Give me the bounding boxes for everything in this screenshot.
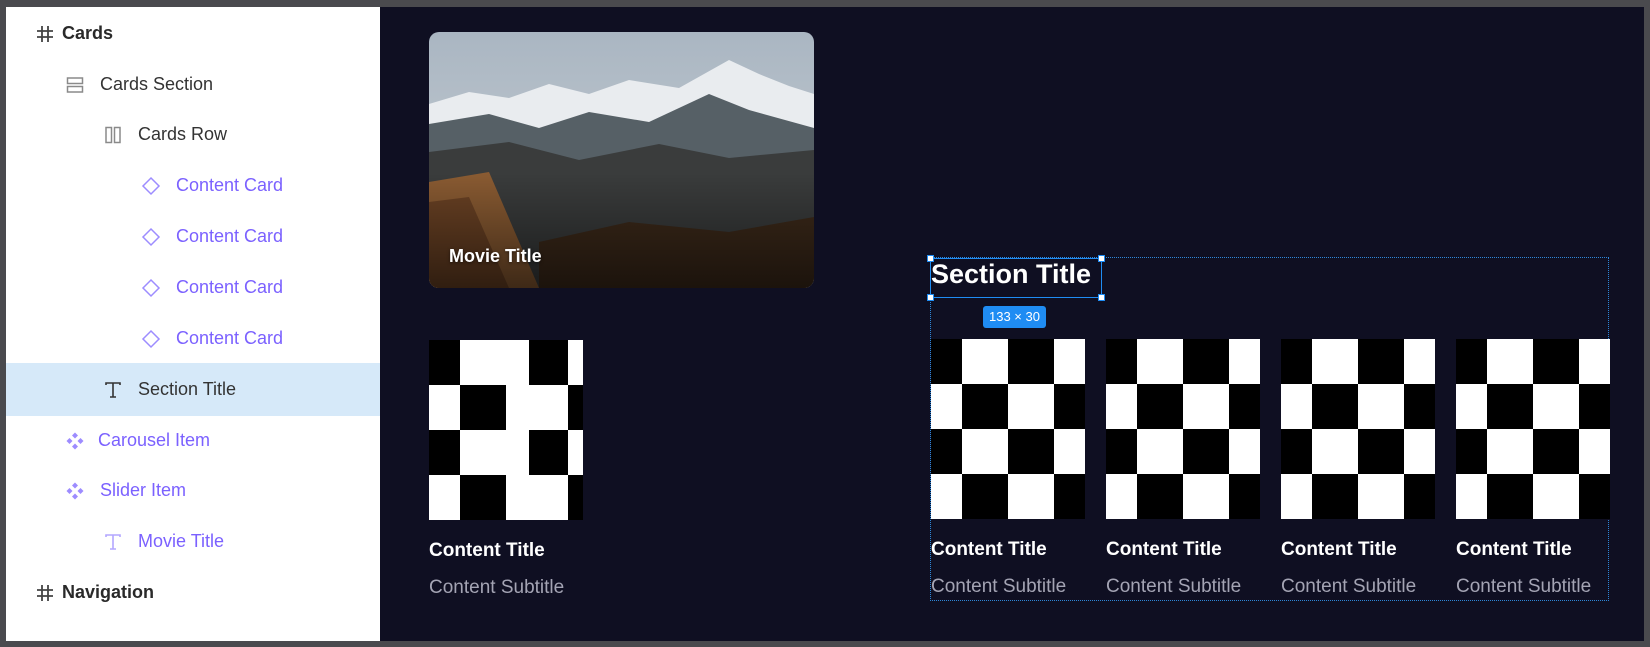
layer-label: Carousel Item <box>98 430 211 450</box>
layer-row-content-card[interactable]: Content Card <box>6 261 380 314</box>
layer-row-movie-title[interactable]: Movie Title <box>6 515 380 568</box>
content-title: Content Title <box>1281 539 1397 560</box>
layer-row-section-title[interactable]: Section Title <box>6 363 380 416</box>
row-layout-icon <box>102 124 124 146</box>
component-instance-icon <box>140 175 162 197</box>
layer-row-content-card[interactable]: Content Card <box>6 159 380 212</box>
component-instance-icon <box>140 226 162 248</box>
layer-row-cards-row[interactable]: Cards Row <box>6 108 380 161</box>
content-subtitle: Content Subtitle <box>1281 576 1417 597</box>
design-canvas[interactable]: Movie Title Content Title Content Subtit… <box>380 7 1644 641</box>
component-main-icon <box>64 480 86 502</box>
layer-label: Section Title <box>138 379 237 399</box>
layer-row-content-card[interactable]: Content Card <box>6 210 380 263</box>
text-icon <box>102 379 124 401</box>
layer-row-cards-section[interactable]: Cards Section <box>6 58 380 111</box>
frame-hash-icon <box>34 23 56 45</box>
layer-label: Movie Title <box>138 531 225 551</box>
layer-row-content-card[interactable]: Content Card <box>6 312 380 365</box>
layer-label: Cards Section <box>100 74 214 94</box>
content-card-image <box>1281 339 1435 519</box>
content-card-image <box>1106 339 1260 519</box>
resize-handle[interactable] <box>1098 255 1105 262</box>
layer-label: Cards <box>62 23 114 43</box>
resize-handle[interactable] <box>927 294 934 301</box>
layer-row-navigation[interactable]: Navigation <box>6 566 380 619</box>
content-subtitle: Content Subtitle <box>1106 576 1242 597</box>
resize-handle[interactable] <box>1098 294 1105 301</box>
content-card-image <box>1456 339 1610 519</box>
layer-row-slider-item[interactable]: Slider Item <box>6 464 380 517</box>
layer-row-cards[interactable]: Cards <box>6 7 380 60</box>
movie-card[interactable]: Movie Title <box>429 32 814 288</box>
layer-label: Content Card <box>176 328 284 348</box>
layer-label: Content Card <box>176 175 284 195</box>
content-subtitle: Content Subtitle <box>1456 576 1592 597</box>
frame-hash-icon <box>34 582 56 604</box>
content-title: Content Title <box>429 540 545 561</box>
editor-window: Cards Cards Section Cards Row Content Ca… <box>6 7 1644 641</box>
content-card-image <box>429 340 583 520</box>
selection-box <box>930 258 1102 298</box>
content-subtitle: Content Subtitle <box>429 577 565 598</box>
size-badge: 133 × 30 <box>983 306 1046 328</box>
component-instance-icon <box>140 328 162 350</box>
content-title: Content Title <box>931 539 1047 560</box>
layer-label: Navigation <box>62 582 155 602</box>
content-title: Content Title <box>1456 539 1572 560</box>
text-icon <box>102 531 124 553</box>
stack-layout-icon <box>64 74 86 96</box>
layer-label: Cards Row <box>138 124 228 144</box>
layer-row-carousel-item[interactable]: Carousel Item <box>6 414 380 467</box>
layers-panel: Cards Cards Section Cards Row Content Ca… <box>6 7 380 641</box>
layer-label: Content Card <box>176 277 284 297</box>
component-instance-icon <box>140 277 162 299</box>
layer-label: Content Card <box>176 226 284 246</box>
content-subtitle: Content Subtitle <box>931 576 1067 597</box>
layer-label: Slider Item <box>100 480 187 500</box>
content-card-image <box>931 339 1085 519</box>
content-title: Content Title <box>1106 539 1222 560</box>
component-main-icon <box>64 430 86 452</box>
resize-handle[interactable] <box>927 255 934 262</box>
movie-title: Movie Title <box>449 246 542 266</box>
